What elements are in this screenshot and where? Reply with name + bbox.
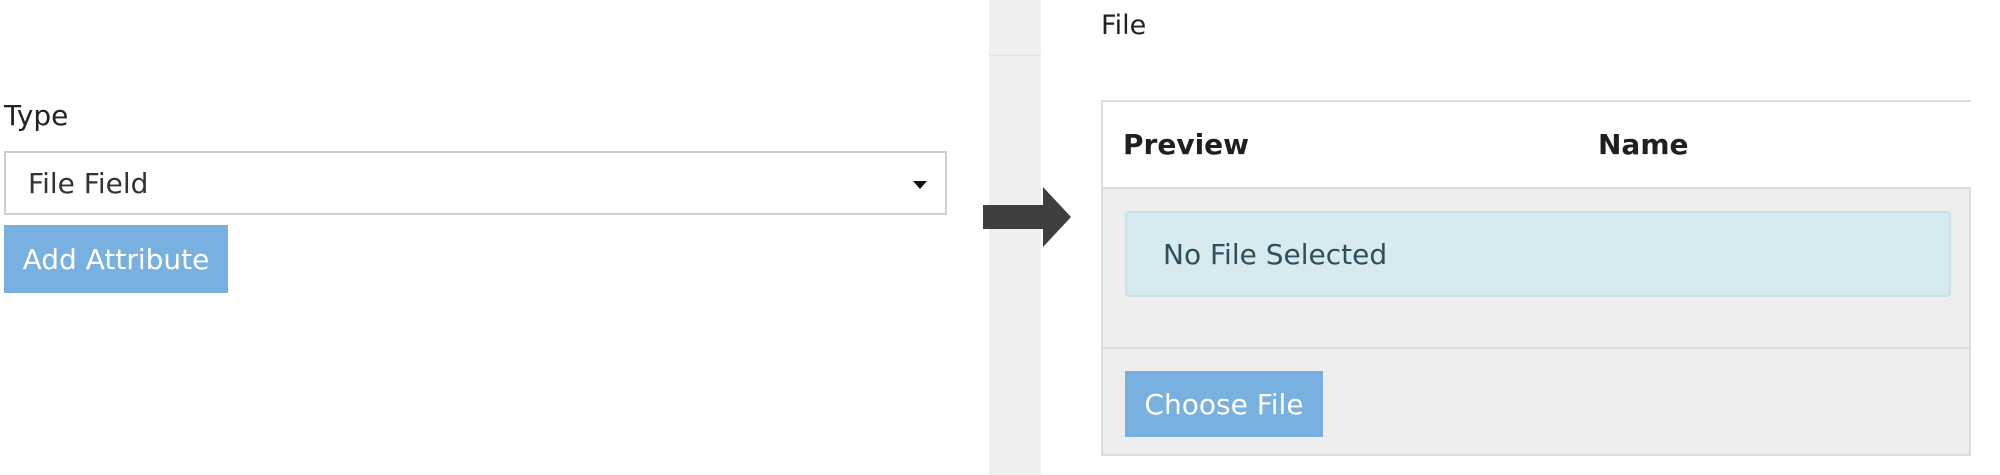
no-file-message: No File Selected [1163,237,1388,271]
caret-down-icon [913,181,927,189]
right-arrow-icon [983,187,1071,247]
file-body-border [1969,189,1971,454]
file-table-header: Preview Name [1103,102,1971,189]
choose-file-button[interactable]: Choose File [1125,371,1323,437]
divider-line [989,55,1041,56]
add-attribute-button[interactable]: Add Attribute [4,225,228,293]
footer-divider [1103,347,1971,349]
no-file-alert: No File Selected [1125,211,1951,297]
file-table-body: No File Selected Choose File [1103,189,1971,454]
type-select[interactable]: File Field [4,151,947,215]
column-header-preview: Preview [1123,128,1250,161]
column-header-name: Name [1598,128,1689,161]
file-upload-widget: Preview Name No File Selected Choose Fil… [1101,100,1971,456]
type-select-value: File Field [28,166,149,200]
file-label: File [1101,10,1147,41]
type-label: Type [4,99,69,132]
